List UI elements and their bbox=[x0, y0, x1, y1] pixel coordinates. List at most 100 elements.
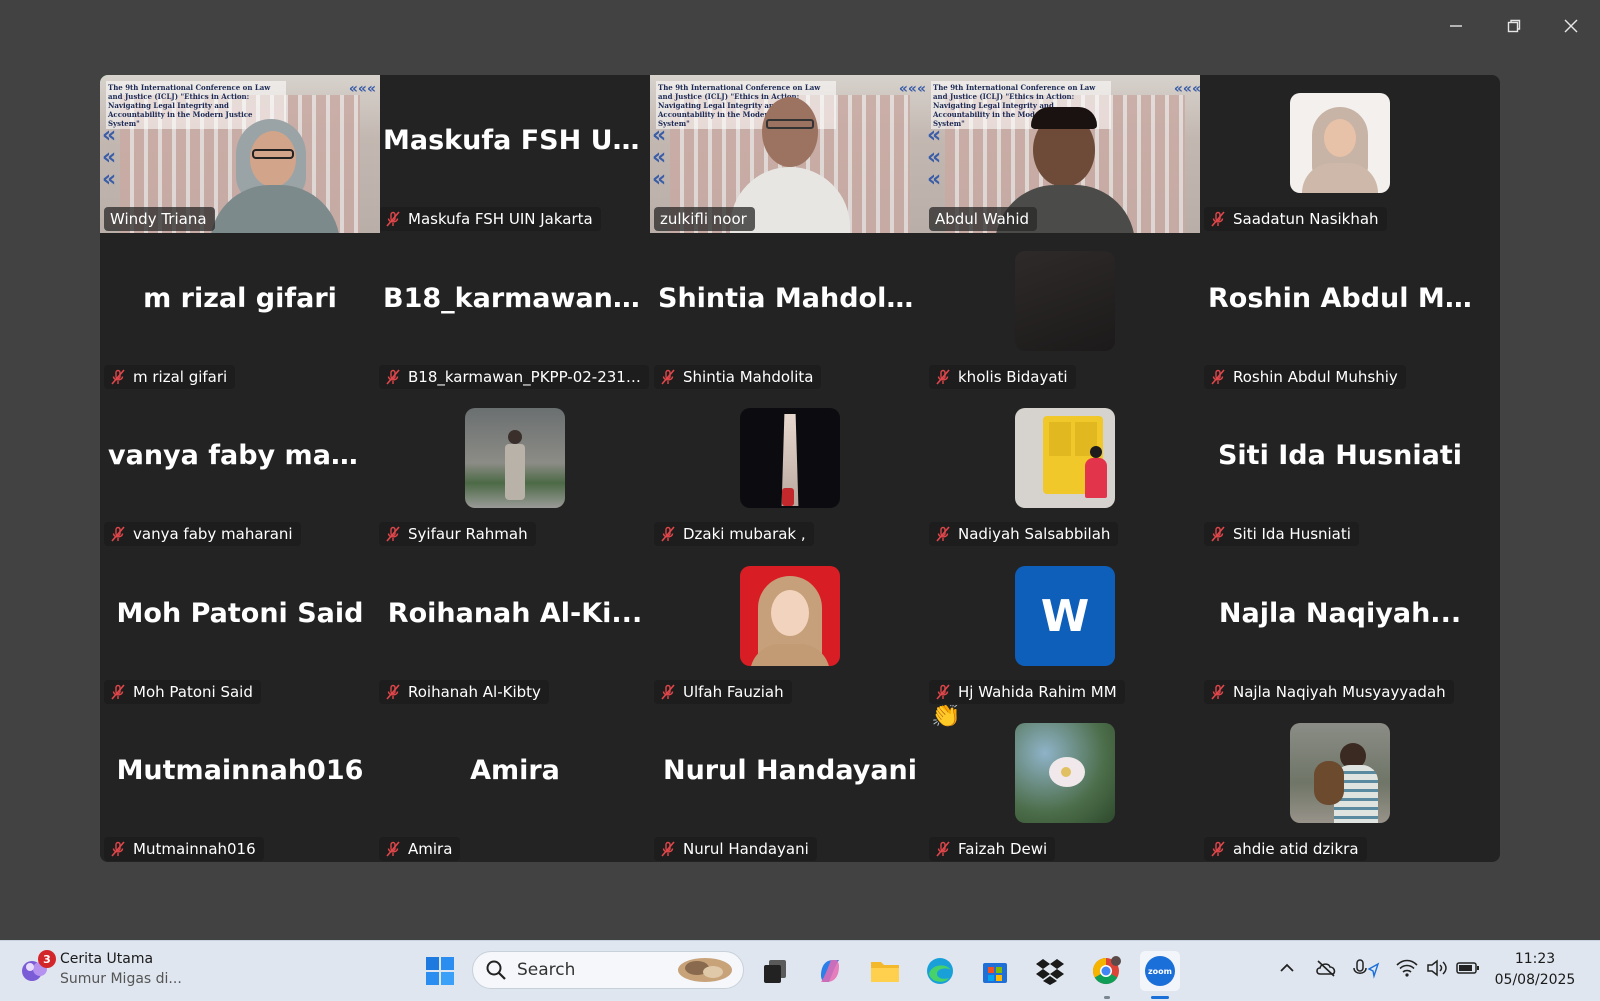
participant-tile[interactable]: Nurul Handayani Nurul Handayani bbox=[650, 705, 930, 862]
participant-tile[interactable]: 👏 Faizah Dewi bbox=[925, 705, 1205, 862]
participant-tile[interactable]: Nadiyah Salsabbilah bbox=[925, 390, 1205, 548]
participant-name-label: ahdie atid dzikra bbox=[1204, 837, 1367, 861]
mic-muted-icon bbox=[661, 684, 675, 700]
participant-tile[interactable]: Roshin Abdul M... Roshin Abdul Muhshiy bbox=[1200, 233, 1480, 391]
participant-name-label: Mutmainnah016 bbox=[104, 837, 264, 861]
participant-avatar bbox=[1015, 251, 1115, 351]
participant-tile[interactable]: The 9th International Conference on Law … bbox=[100, 75, 380, 233]
participant-tile[interactable]: m rizal gifari m rizal gifari bbox=[100, 233, 380, 391]
participant-tile[interactable]: Syifaur Rahmah bbox=[375, 390, 655, 548]
restore-button[interactable] bbox=[1494, 10, 1534, 42]
mic-muted-icon bbox=[386, 369, 400, 385]
mic-location-tray[interactable] bbox=[1352, 959, 1380, 983]
participant-name-label: m rizal gifari bbox=[104, 365, 236, 389]
participant-display-name: vanya faby mah... bbox=[108, 440, 372, 471]
mic-muted-icon bbox=[1211, 211, 1225, 227]
participant-tile[interactable]: ahdie atid dzikra bbox=[1200, 705, 1480, 862]
task-view-button[interactable] bbox=[755, 951, 795, 991]
participant-name-label: Shintia Mahdolita bbox=[654, 365, 822, 389]
participant-tile[interactable]: Saadatun Nasikhah bbox=[1200, 75, 1480, 233]
participant-name: Windy Triana bbox=[110, 210, 207, 228]
store-button[interactable] bbox=[975, 951, 1015, 991]
wifi-tray[interactable] bbox=[1396, 959, 1418, 981]
file-explorer-button[interactable] bbox=[865, 951, 905, 991]
minimize-button[interactable] bbox=[1436, 10, 1476, 42]
participant-display-name: Najla Naqiyah... bbox=[1218, 598, 1462, 629]
participant-tile[interactable]: Dzaki mubarak , bbox=[650, 390, 930, 548]
participant-name-label: B18_karmawan_PKPP-02-231-000... bbox=[379, 365, 649, 389]
participant-tile[interactable]: B18_karmawan_... B18_karmawan_PKPP-02-231… bbox=[375, 233, 655, 391]
mic-muted-icon bbox=[936, 526, 950, 542]
edge-icon bbox=[927, 958, 953, 984]
mic-muted-icon bbox=[386, 841, 400, 857]
participant-gallery: The 9th International Conference on Law … bbox=[100, 75, 1500, 862]
participant-display-name: Roihanah Al-Ki... bbox=[387, 598, 643, 629]
onedrive-tray[interactable] bbox=[1314, 959, 1338, 981]
system-clock[interactable]: 11:23 05/08/2025 bbox=[1490, 949, 1580, 991]
edge-button[interactable] bbox=[920, 951, 960, 991]
participant-name: Syifaur Rahmah bbox=[408, 525, 528, 543]
participant-name: Hj Wahida Rahim MM bbox=[958, 683, 1117, 701]
reaction-clap-icon: 👏 bbox=[931, 705, 961, 729]
news-title: Cerita Utama bbox=[60, 951, 154, 967]
news-widget[interactable]: 3 Cerita Utama Sumur Migas di... bbox=[20, 949, 182, 989]
speaker-icon bbox=[1427, 959, 1447, 977]
participant-tile[interactable]: Moh Patoni Said Moh Patoni Said bbox=[100, 548, 380, 706]
participant-tile[interactable]: Shintia Mahdolita Shintia Mahdolita bbox=[650, 233, 930, 391]
participant-tile[interactable]: Ulfah Fauziah bbox=[650, 548, 930, 706]
wifi-icon bbox=[1396, 959, 1418, 977]
participant-tile[interactable]: W Hj Wahida Rahim MM bbox=[925, 548, 1205, 706]
mic-muted-icon bbox=[1211, 526, 1225, 542]
participant-tile[interactable]: The 9th International Conference on Law … bbox=[925, 75, 1205, 233]
chrome-icon bbox=[1092, 956, 1121, 985]
participant-name-label: Najla Naqiyah Musyayyadah bbox=[1204, 680, 1454, 704]
participant-tile[interactable]: The 9th International Conference on Law … bbox=[650, 75, 930, 233]
mic-muted-icon bbox=[111, 841, 125, 857]
participant-name-label: Roshin Abdul Muhshiy bbox=[1204, 365, 1406, 389]
participant-tile[interactable]: Najla Naqiyah... Najla Naqiyah Musyayyada… bbox=[1200, 548, 1480, 706]
dropbox-button[interactable] bbox=[1030, 951, 1070, 991]
participant-name: Nurul Handayani bbox=[683, 840, 809, 858]
search-input[interactable] bbox=[515, 959, 669, 981]
show-hidden-icons-button[interactable] bbox=[1278, 959, 1296, 981]
participant-tile[interactable]: Maskufa FSH UI... Maskufa FSH UIN Jakarta bbox=[375, 75, 655, 233]
zoom-active-indicator bbox=[1151, 996, 1169, 999]
participant-name: Nadiyah Salsabbilah bbox=[958, 525, 1111, 543]
participant-tile[interactable]: Siti Ida Husniati Siti Ida Husniati bbox=[1200, 390, 1480, 548]
mic-muted-icon bbox=[111, 526, 125, 542]
participant-tile[interactable]: kholis Bidayati bbox=[925, 233, 1205, 391]
mic-muted-icon bbox=[661, 526, 675, 542]
participant-name: Abdul Wahid bbox=[935, 210, 1030, 228]
chrome-running-indicator bbox=[1104, 996, 1110, 999]
close-button[interactable] bbox=[1551, 10, 1591, 42]
dropbox-icon bbox=[1036, 959, 1064, 985]
participant-name-label: Faizah Dewi bbox=[929, 837, 1056, 861]
participant-name: ahdie atid dzikra bbox=[1233, 840, 1359, 858]
participant-tile[interactable]: Mutmainnah016 Mutmainnah016 bbox=[100, 705, 380, 862]
participant-name: Najla Naqiyah Musyayyadah bbox=[1233, 683, 1446, 701]
volume-tray[interactable] bbox=[1426, 959, 1448, 981]
participant-tile[interactable]: Roihanah Al-Ki... Roihanah Al-Kibty bbox=[375, 548, 655, 706]
battery-tray[interactable] bbox=[1456, 959, 1480, 981]
participant-name-label: Roihanah Al-Kibty bbox=[379, 680, 549, 704]
taskbar: 3 Cerita Utama Sumur Migas di... Search … bbox=[0, 940, 1600, 1001]
participant-tile[interactable]: vanya faby mah... vanya faby maharani bbox=[100, 390, 380, 548]
search-highlight-icon bbox=[678, 958, 732, 982]
participant-name-label: Saadatun Nasikhah bbox=[1204, 207, 1387, 231]
minimize-icon bbox=[1450, 25, 1462, 27]
participant-display-name: B18_karmawan_... bbox=[383, 283, 647, 314]
chevron-up-icon bbox=[1280, 963, 1294, 972]
chrome-button[interactable] bbox=[1086, 951, 1126, 991]
zoom-button[interactable]: zoom bbox=[1140, 951, 1180, 991]
participant-name-label: kholis Bidayati bbox=[929, 365, 1076, 389]
mic-muted-icon bbox=[111, 369, 125, 385]
taskbar-search[interactable] bbox=[472, 951, 744, 989]
participant-display-name: Nurul Handayani bbox=[662, 755, 918, 786]
windows-icon bbox=[426, 957, 454, 985]
participant-name: kholis Bidayati bbox=[958, 368, 1068, 386]
copilot-button[interactable] bbox=[810, 951, 850, 991]
participant-tile[interactable]: Amira Amira bbox=[375, 705, 655, 862]
mic-muted-icon bbox=[661, 369, 675, 385]
start-button[interactable] bbox=[420, 951, 460, 991]
participant-name-label: Nadiyah Salsabbilah bbox=[929, 522, 1119, 546]
